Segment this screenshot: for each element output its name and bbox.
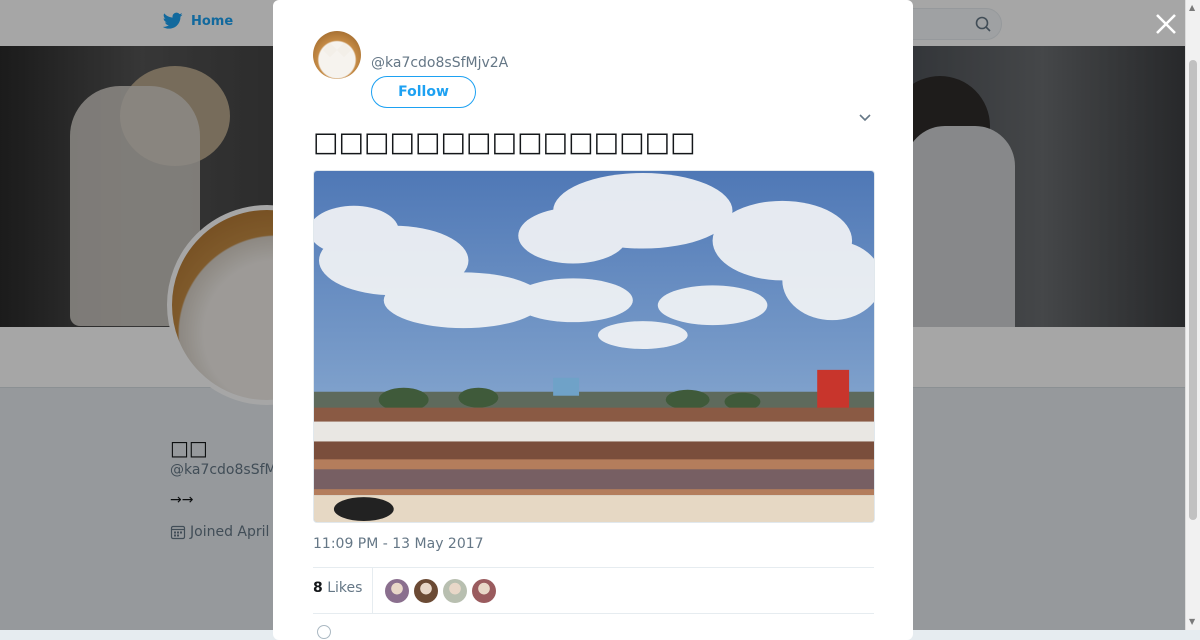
tweet-text: □□□□□□□□□□□□□□□	[313, 127, 696, 158]
liker-avatar[interactable]	[385, 579, 409, 603]
divider	[313, 613, 874, 614]
scroll-up-arrow[interactable]: ▲	[1189, 3, 1195, 12]
tweet-timestamp[interactable]: 11:09 PM - 13 May 2017	[313, 536, 484, 552]
liker-avatar[interactable]	[443, 579, 467, 603]
liker-avatar[interactable]	[472, 579, 496, 603]
likers-list	[385, 579, 496, 603]
scrollbar[interactable]: ▲ ▼	[1185, 0, 1200, 630]
scroll-down-arrow[interactable]: ▼	[1189, 617, 1195, 626]
chevron-down-icon[interactable]	[857, 110, 873, 126]
likes-number: 8	[313, 580, 323, 596]
divider	[313, 567, 874, 568]
tweet-modal: @ka7cdo8sSfMjv2A Follow □□□□□□□□□□□□□□□	[273, 0, 913, 640]
scrollbar-thumb[interactable]	[1189, 60, 1197, 520]
author-avatar[interactable]	[313, 31, 361, 79]
author-handle[interactable]: @ka7cdo8sSfMjv2A	[371, 55, 508, 71]
likes-label: Likes	[327, 580, 363, 596]
close-icon[interactable]	[1154, 12, 1178, 36]
likes-separator	[372, 568, 373, 613]
liker-avatar[interactable]	[414, 579, 438, 603]
tweet-photo[interactable]	[313, 170, 875, 523]
follow-button[interactable]: Follow	[371, 76, 476, 108]
reply-icon[interactable]	[317, 625, 331, 639]
likes-count[interactable]: 8 Likes	[313, 580, 362, 596]
